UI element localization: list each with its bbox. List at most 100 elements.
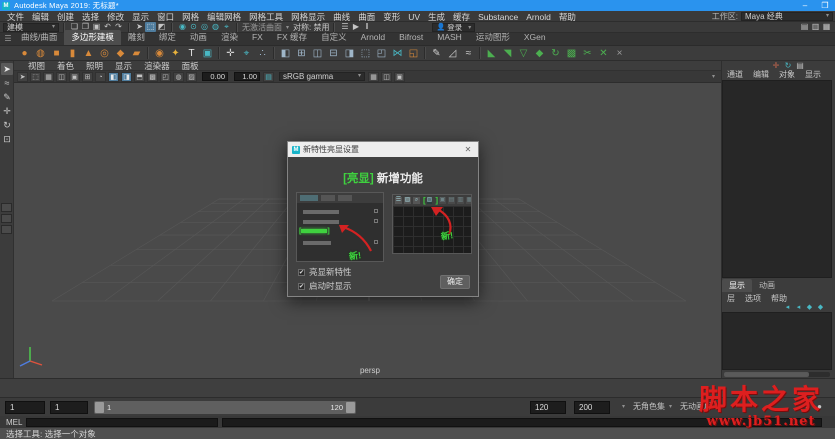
minimize-button[interactable]: – [795,0,815,11]
paint-select-tool-icon[interactable]: ✎ [1,91,13,103]
chevron-down-icon[interactable]: ▾ [622,403,625,410]
shelf-icon[interactable] [479,47,481,59]
chevron-down-icon[interactable]: ▾ [669,403,672,410]
menu-item[interactable]: 文件 [3,12,28,22]
make-live-icon[interactable]: ⌖ [240,47,253,60]
crease-tool-icon[interactable]: ✎ [430,47,443,60]
layer-from-selected-icon[interactable]: ◆ [815,303,826,311]
layer-move-down-icon[interactable]: ◂ [793,303,804,311]
viewport-screenspace-ao-icon[interactable]: ◰ [160,71,171,82]
menu-item[interactable]: 网格显示 [287,12,329,22]
range-slider[interactable]: 1 120 [94,401,356,414]
move-tool-icon[interactable]: ✛ [1,105,13,117]
menu-item[interactable]: 曲线 [329,12,354,22]
checkbox-checked-icon[interactable]: ✔ [298,268,305,276]
menu-item[interactable]: 编辑网格 [203,12,245,22]
anim-layer-dropdown[interactable]: 无动画层 [680,401,712,412]
playback-start-field[interactable]: 1 [50,401,88,414]
checkbox-checked-icon[interactable]: ✔ [298,282,305,290]
shelf-tab[interactable]: 绑定 [152,30,183,45]
menu-item[interactable]: 编辑 [28,12,53,22]
multi-cut-icon[interactable]: ⬚ [359,47,372,60]
menu-item[interactable]: 网格 [178,12,203,22]
horizontal-scrollbar[interactable] [724,372,830,377]
viewport-shading-icon[interactable]: ◧ [108,71,119,82]
poly-cylinder-icon[interactable]: ▮ [66,47,79,60]
panel-menu-item[interactable]: 显示 [109,60,138,72]
panel-menu-item[interactable]: 视图 [22,60,51,72]
poly-plane-icon[interactable]: ◆ [114,47,127,60]
bevel-icon[interactable]: ◨ [343,47,356,60]
viewport-camera-icon[interactable]: ⬚ [30,71,41,82]
layer-editor-menu-item[interactable]: 层 [722,293,740,304]
cleanup-icon[interactable]: × [613,47,626,60]
menu-item[interactable]: 创建 [53,12,78,22]
menu-item[interactable]: 缓存 [449,12,474,22]
view-transform-dropdown[interactable]: sRGB gamma ▾ [279,72,365,81]
lasso-tool-icon[interactable]: ≈ [1,77,13,89]
shelf-icon[interactable] [273,47,275,59]
reduce-icon[interactable]: ▽ [517,47,530,60]
poly-cone-icon[interactable]: ▲ [82,47,95,60]
append-polygon-icon[interactable]: ◥ [501,47,514,60]
shelf-tab[interactable]: 自定义 [314,30,354,45]
poly-torus-icon[interactable]: ◎ [98,47,111,60]
isolate-select-icon[interactable]: ▦ [368,71,379,82]
channel-box-menu-item[interactable]: 显示 [800,69,826,80]
xray-icon[interactable]: ◫ [381,71,392,82]
animation-start-field[interactable]: 1 [5,401,45,414]
viewport-field-chart-icon[interactable]: ◔ [95,71,106,82]
channel-box-menu-item[interactable]: 对象 [774,69,800,80]
range-start-handle[interactable] [95,402,104,413]
scale-tool-icon[interactable]: ⊡ [1,133,13,145]
mel-label[interactable]: MEL [0,418,26,427]
shelf-tab[interactable]: 动画 [183,30,214,45]
panel-menu-item[interactable]: 照明 [80,60,109,72]
layout-persp-outliner-button[interactable] [1,225,12,234]
select-tool-icon[interactable]: ➤ [1,63,13,75]
viewport-lighting-icon[interactable]: ⬒ [134,71,145,82]
modeling-toolkit-icon[interactable]: ▤ [799,22,810,32]
remesh-icon[interactable]: ↻ [549,47,562,60]
viewport-textured-icon[interactable]: ◨ [121,71,132,82]
shelf-icon[interactable] [424,47,426,59]
wireframe-on-shaded-icon[interactable]: ▣ [394,71,405,82]
soft-select-icon[interactable]: ∴ [256,47,269,60]
menu-item[interactable]: 生成 [424,12,449,22]
delete-edge-icon[interactable]: ✕ [597,47,610,60]
menu-item[interactable]: 窗口 [153,12,178,22]
viewport-grid-icon[interactable]: ▦ [43,71,54,82]
chevron-down-icon[interactable]: ▾ [712,73,721,80]
viewport-gate-mask-icon[interactable]: ⊞ [82,71,93,82]
retopologize-icon[interactable]: ◆ [533,47,546,60]
shelf-menu-icon[interactable]: ☰ [2,33,14,45]
menu-item[interactable]: UV [404,12,424,22]
maximize-button[interactable]: ❐ [815,0,835,11]
panel-menu-item[interactable]: 渲染器 [138,60,176,72]
viewport-motion-blur-icon[interactable]: ◍ [173,71,184,82]
fill-hole-icon[interactable]: ◣ [485,47,498,60]
playback-end-field[interactable]: 120 [530,401,566,414]
scrollbar-thumb[interactable] [724,372,809,377]
triangulate-icon[interactable]: ▩ [565,47,578,60]
target-weld-icon[interactable]: ◰ [375,47,388,60]
channel-box-content[interactable] [722,80,832,278]
menu-item[interactable]: 选择 [78,12,103,22]
layer-move-up-icon[interactable]: ◂ [782,303,793,311]
poly-text-icon[interactable]: T [185,47,198,60]
mirror-icon[interactable]: ⋈ [391,47,404,60]
layer-editor-tab[interactable]: 动画 [752,279,782,292]
edge-flow-icon[interactable]: ≈ [462,47,475,60]
layer-editor-menu-item[interactable]: 选项 [740,293,766,304]
viewport-shadows-icon[interactable]: ▩ [147,71,158,82]
shelf-tab[interactable]: 运动图形 [469,30,517,45]
poly-sphere-icon[interactable]: ● [18,47,31,60]
shelf-tab[interactable]: FX 缓存 [270,30,314,45]
menu-item[interactable]: 曲面 [354,12,379,22]
dialog-titlebar[interactable]: M 新特性亮显设置 ✕ [288,142,478,157]
close-icon[interactable]: ✕ [462,145,474,154]
poly-cube-icon[interactable]: ■ [50,47,63,60]
mel-input[interactable] [26,417,218,427]
sweep-mesh-icon[interactable]: ✦ [169,47,182,60]
shelf-icon[interactable] [218,47,220,59]
